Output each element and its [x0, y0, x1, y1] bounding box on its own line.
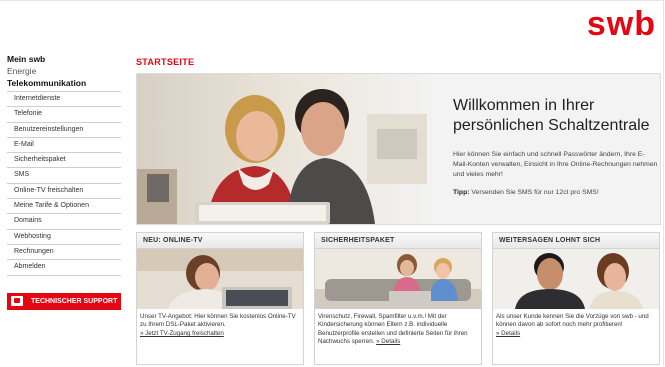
teaser-sicherheitspaket: SICHERHEITSPAKET Virenschutz, Firewall, … [314, 232, 482, 365]
hero-heading: Willkommen in Ihrer persönlichen Schaltz… [453, 97, 650, 134]
subnav-item-rechnungen[interactable]: Rechnungen [7, 245, 121, 261]
subnav-item-webhosting[interactable]: Webhosting [7, 230, 121, 245]
nav-telekommunikation[interactable]: Telekommunikation [7, 77, 121, 89]
teaser-weitersagen-photo [493, 249, 659, 309]
teaser-sicherheitspaket-body: Virenschutz, Firewall, Spamfilter u.v.m.… [315, 309, 481, 347]
hero-text-block: Willkommen in Ihrer persönlichen Schaltz… [453, 96, 658, 196]
teaser-weitersagen-link[interactable]: » Details [496, 330, 520, 337]
subnav-item-tarife-optionen[interactable]: Meine Tarife & Optionen [7, 199, 121, 215]
sidebar-nav: Mein swb Energie Telekommunikation Inter… [7, 53, 121, 310]
teaser-online-tv: NEU: ONLINE-TV Unser TV-Angebot: Hier kö… [136, 232, 304, 365]
teaser-online-tv-photo [137, 249, 303, 309]
nav-mein-swb[interactable]: Mein swb [7, 53, 121, 65]
teaser-sicherheitspaket-link[interactable]: » Details [376, 338, 400, 345]
subnav-item-domains[interactable]: Domains [7, 214, 121, 230]
teaser-title: NEU: ONLINE-TV [137, 233, 303, 249]
subnav-item-sicherheitspaket[interactable]: Sicherheitspaket [7, 153, 121, 169]
swb-logo[interactable]: swb [587, 6, 656, 42]
hero-tip: Tipp: Versenden Sie SMS für nur 12ct pro… [453, 189, 658, 196]
hero-tip-label: Tipp: [453, 189, 470, 196]
hero-banner: Willkommen in Ihrer persönlichen Schaltz… [136, 73, 661, 225]
hero-tip-text: Versenden Sie SMS für nur 12ct pro SMS! [471, 189, 599, 196]
teaser-online-tv-body: Unser TV-Angebot: Hier können Sie kosten… [137, 309, 303, 338]
teaser-weitersagen: WEITERSAGEN LOHNT SICH Als unser Kunde k… [492, 232, 660, 365]
subnav-item-sms[interactable]: SMS [7, 168, 121, 184]
technical-support-button[interactable]: TECHNISCHER SUPPORT [7, 292, 121, 310]
teaser-title: WEITERSAGEN LOHNT SICH [493, 233, 659, 249]
subnav-list: Internetdienste Telefonie Benutzereinste… [7, 91, 121, 276]
teaser-weitersagen-body: Als unser Kunde kennen Sie die Vorzüge v… [493, 309, 659, 338]
subnav-item-online-tv[interactable]: Online-TV freischalten [7, 184, 121, 200]
hero-photo [137, 74, 437, 224]
nav-energie[interactable]: Energie [7, 65, 121, 77]
subnav-item-benutzereinstellungen[interactable]: Benutzereinstellungen [7, 123, 121, 138]
teaser-text: Unser TV-Angebot: Hier können Sie kosten… [140, 313, 296, 329]
subnav-item-telefonie[interactable]: Telefonie [7, 107, 121, 123]
subnav-item-internetdienste[interactable]: Internetdienste [7, 92, 121, 108]
teaser-online-tv-link[interactable]: » Jetzt TV-Zugang freischalten [140, 330, 224, 337]
subnav-item-email[interactable]: E-Mail [7, 138, 121, 154]
subnav-item-abmelden[interactable]: Abmelden [7, 260, 121, 276]
teaser-sicherheitspaket-photo [315, 249, 481, 309]
support-label: TECHNISCHER SUPPORT [31, 297, 118, 305]
hero-body: Hier können Sie einfach und schnell Pass… [453, 151, 658, 178]
teaser-title: SICHERHEITSPAKET [315, 233, 481, 249]
phone-icon [11, 296, 23, 307]
teaser-text: Als unser Kunde kennen Sie die Vorzüge v… [496, 313, 649, 329]
page-title: STARTSEITE [136, 57, 195, 67]
